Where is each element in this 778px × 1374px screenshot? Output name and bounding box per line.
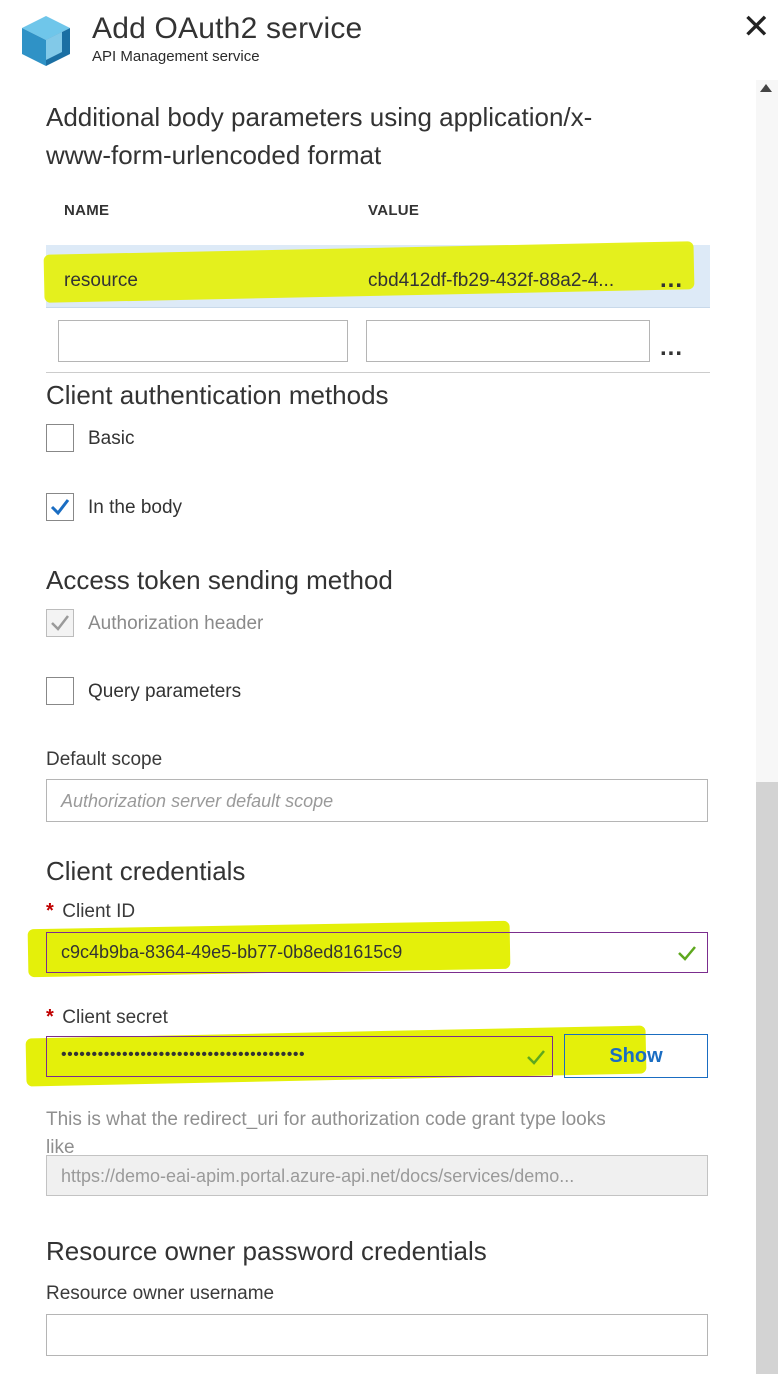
redirect-uri-help: This is what the redirect_uri for author…	[46, 1109, 606, 1158]
resource-owner-heading: Resource owner password credentials	[46, 1236, 487, 1266]
divider	[46, 372, 710, 373]
column-header-name: NAME	[64, 202, 110, 219]
new-param-name-input[interactable]	[58, 320, 348, 362]
client-secret-label: * Client secret	[46, 1006, 168, 1028]
column-header-value: VALUE	[368, 202, 420, 219]
page-title: Add OAuth2 service	[92, 12, 363, 45]
checkmark-icon	[51, 615, 69, 631]
close-icon[interactable]: ✕	[742, 10, 771, 44]
new-param-value-input[interactable]	[366, 320, 650, 362]
default-scope-placeholder: Authorization server default scope	[61, 791, 334, 811]
show-secret-button[interactable]: Show	[564, 1034, 708, 1078]
client-credentials-heading: Client credentials	[46, 856, 246, 886]
client-secret-input[interactable]: ••••••••••••••••••••••••••••••••••••••••	[46, 1036, 553, 1077]
basic-checkbox[interactable]	[46, 424, 74, 452]
basic-checkbox-label: Basic	[88, 428, 135, 449]
param-name-cell: resource	[64, 270, 138, 291]
query-parameters-label: Query parameters	[88, 681, 242, 702]
authorization-header-label: Authorization header	[88, 613, 264, 634]
body-params-heading: Additional body parameters using applica…	[46, 102, 593, 170]
checkmark-icon	[527, 1050, 545, 1065]
in-the-body-checkbox[interactable]	[46, 493, 74, 521]
new-row-more-icon[interactable]: ...	[660, 334, 683, 362]
page-subtitle: API Management service	[92, 48, 260, 65]
checkmark-icon	[678, 946, 696, 961]
cube-icon	[18, 12, 74, 68]
token-method-heading: Access token sending method	[46, 565, 393, 595]
row-more-icon[interactable]: ...	[660, 266, 683, 294]
client-auth-heading: Client authentication methods	[46, 380, 389, 410]
scrollbar-thumb[interactable]	[756, 782, 778, 1374]
scroll-up-arrow-icon[interactable]	[760, 84, 772, 92]
required-mark: *	[46, 1006, 54, 1028]
client-id-label: * Client ID	[46, 900, 136, 922]
checkmark-icon	[50, 499, 70, 516]
query-parameters-checkbox[interactable]	[46, 677, 74, 705]
redirect-uri-field: https://demo-eai-apim.portal.azure-api.n…	[46, 1155, 708, 1196]
default-scope-label: Default scope	[46, 749, 163, 770]
required-mark: *	[46, 900, 54, 922]
default-scope-input[interactable]: Authorization server default scope	[46, 779, 708, 822]
resource-owner-username-input[interactable]	[46, 1314, 708, 1356]
resource-owner-username-label: Resource owner username	[46, 1283, 275, 1304]
in-the-body-checkbox-label: In the body	[88, 497, 183, 518]
client-id-input[interactable]: c9c4b9ba-8364-49e5-bb77-0b8ed81615c9	[46, 932, 708, 973]
authorization-header-checkbox	[46, 609, 74, 637]
param-value-cell: cbd412df-fb29-432f-88a2-4...	[368, 270, 615, 291]
